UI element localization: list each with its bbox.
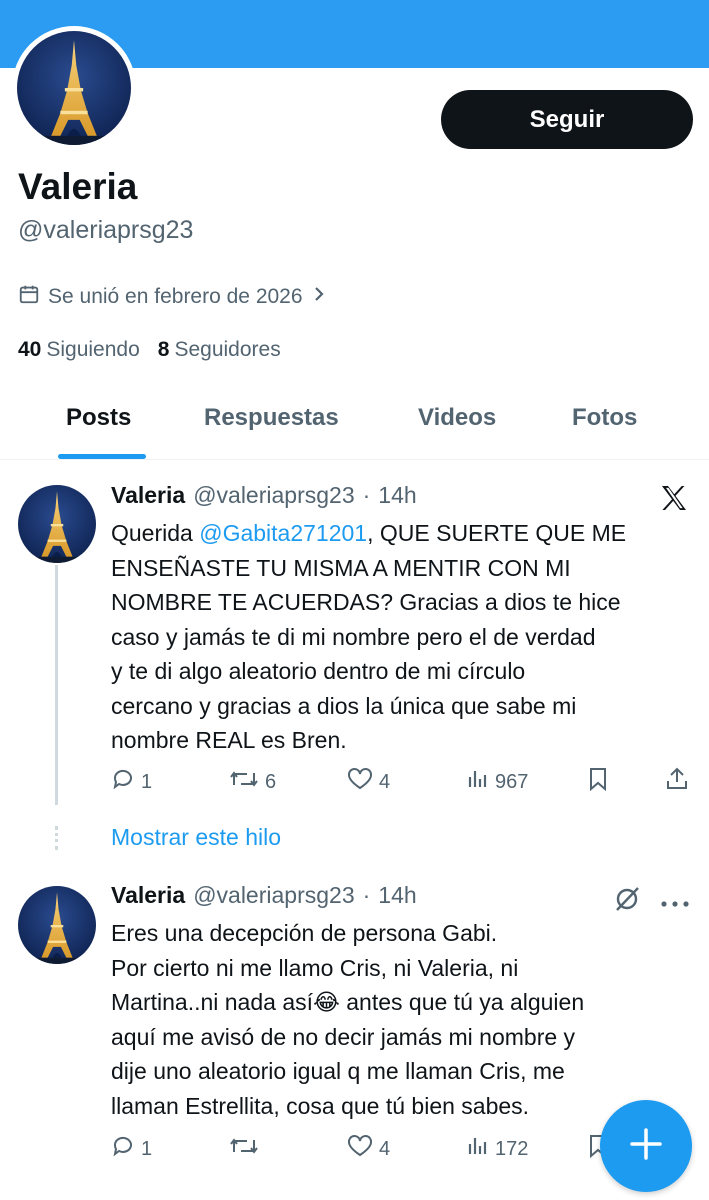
- like-icon: [347, 1134, 373, 1164]
- bookmark-icon: [587, 767, 609, 797]
- follow-button[interactable]: Seguir: [441, 90, 693, 149]
- tab-videos[interactable]: Videos: [418, 404, 496, 432]
- post-text: Eres una decepción de persona Gabi. Por …: [111, 920, 585, 1119]
- post-header: Valeria @valeriaprsg23 · 14h: [111, 482, 417, 509]
- separator-dot: ·: [362, 882, 371, 908]
- separator-dot: ·: [362, 482, 371, 508]
- views-count: 172: [495, 1137, 529, 1160]
- like-button[interactable]: 4: [347, 767, 390, 797]
- thread-line: [55, 565, 58, 805]
- calendar-icon: [18, 283, 40, 311]
- post-text-rest: , QUE SUERTE QUE ME ENSEÑASTE TU MISMA A…: [111, 520, 627, 753]
- post-avatar[interactable]: [18, 886, 96, 964]
- profile-name: Valeria: [18, 166, 138, 207]
- following-label: Siguiendo: [46, 338, 140, 361]
- mention-link[interactable]: @Gabita271201: [199, 520, 367, 546]
- followers-label: Seguidores: [174, 338, 281, 361]
- followers-link[interactable]: 8 Seguidores: [158, 338, 281, 362]
- reply-count: 1: [141, 1137, 153, 1160]
- tab-respuestas[interactable]: Respuestas: [204, 404, 339, 432]
- more-icon[interactable]: [660, 895, 690, 913]
- like-count: 4: [379, 770, 391, 793]
- compose-button[interactable]: [600, 1100, 692, 1192]
- followers-count: 8: [157, 338, 170, 361]
- repost-icon: [229, 767, 259, 797]
- follow-stats: 40 Siguiendo 8 Seguidores: [18, 338, 281, 362]
- repost-button[interactable]: [229, 1134, 265, 1164]
- post-text-start: Querida: [111, 520, 200, 546]
- profile-tabs: Posts Respuestas Videos Fotos: [0, 392, 709, 460]
- repost-button[interactable]: 6: [229, 767, 276, 797]
- joined-label: Se unió en febrero de 2026: [48, 285, 303, 308]
- active-tab-indicator: [58, 454, 146, 459]
- post-author-name[interactable]: Valeria: [111, 882, 185, 909]
- repost-icon: [229, 1134, 259, 1164]
- plus-icon: [628, 1126, 664, 1167]
- post-time[interactable]: 14h: [378, 482, 416, 509]
- chevron-right-icon: [311, 284, 327, 310]
- thread-dots: [55, 826, 58, 850]
- post-author-name[interactable]: Valeria: [111, 482, 185, 509]
- views-icon: [467, 1134, 489, 1164]
- following-count: 40: [18, 338, 42, 361]
- profile-avatar[interactable]: [12, 26, 136, 150]
- share-icon: [665, 767, 689, 797]
- share-button[interactable]: [665, 767, 689, 797]
- post-header: Valeria @valeriaprsg23 · 14h: [111, 882, 417, 909]
- repost-count: 6: [265, 770, 277, 793]
- reply-icon: [111, 1134, 135, 1164]
- like-button[interactable]: 4: [347, 1134, 390, 1164]
- profile-handle: @valeriaprsg23: [18, 216, 194, 244]
- joined-date[interactable]: Se unió en febrero de 2026: [18, 283, 327, 311]
- show-thread-link[interactable]: Mostrar este hilo: [111, 824, 281, 851]
- like-count: 4: [379, 1137, 391, 1160]
- post-avatar[interactable]: [18, 485, 96, 563]
- grok-icon[interactable]: [612, 884, 642, 919]
- reply-count: 1: [141, 770, 153, 793]
- like-icon: [347, 767, 373, 797]
- post-author-handle[interactable]: @valeriaprsg23: [193, 482, 354, 509]
- tab-fotos[interactable]: Fotos: [572, 404, 637, 432]
- bookmark-button[interactable]: [587, 767, 609, 797]
- reply-button[interactable]: 1: [111, 1134, 152, 1164]
- following-link[interactable]: 40 Siguiendo: [18, 338, 140, 362]
- post-text: Querida @Gabita271201, QUE SUERTE QUE ME…: [111, 516, 701, 758]
- tab-posts[interactable]: Posts: [66, 404, 131, 432]
- x-logo-icon: [658, 482, 690, 519]
- post-actions: 1 6 4 967: [111, 767, 691, 797]
- views-button[interactable]: 172: [467, 1134, 528, 1164]
- reply-button[interactable]: 1: [111, 767, 152, 797]
- reply-icon: [111, 767, 135, 797]
- views-button[interactable]: 967: [467, 767, 528, 797]
- post-time[interactable]: 14h: [378, 882, 416, 909]
- post-author-handle[interactable]: @valeriaprsg23: [193, 882, 354, 909]
- views-icon: [467, 767, 489, 797]
- views-count: 967: [495, 770, 529, 793]
